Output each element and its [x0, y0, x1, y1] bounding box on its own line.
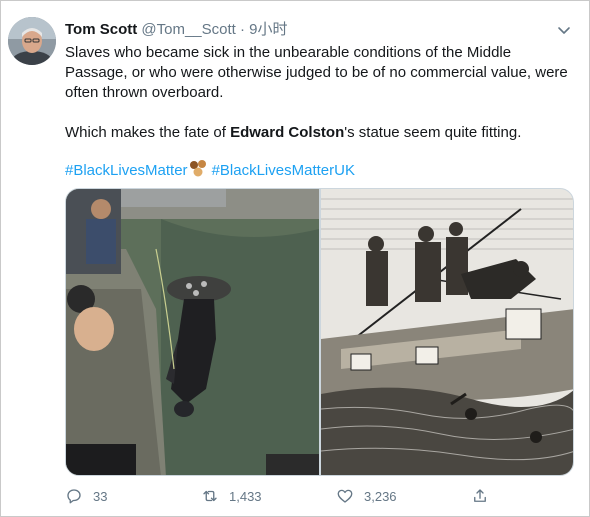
like-button[interactable]: 3,236 — [336, 485, 397, 507]
author-handle[interactable]: @Tom__Scott — [141, 21, 235, 38]
share-button[interactable] — [471, 485, 499, 507]
tweet-paragraph-1: Slaves who became sick in the unbearable… — [65, 44, 568, 101]
retweet-icon — [203, 490, 217, 502]
retweet-count: 1,433 — [229, 488, 262, 504]
avatar[interactable] — [8, 17, 56, 65]
avatar-photo — [8, 17, 56, 65]
more-options-button[interactable] — [555, 21, 573, 39]
bold-name: Edward Colston — [230, 124, 345, 141]
tweet-card[interactable]: Tom Scott @Tom__Scott · 9小时 Slaves who b… — [0, 0, 590, 517]
share-icon — [474, 489, 486, 502]
hashtag-row: #BlackLivesMatter #BlackLivesMatterUK — [65, 160, 355, 181]
retweet-button[interactable]: 1,433 — [201, 485, 262, 507]
hashtag-blacklivesmatter[interactable]: #BlackLivesMatter — [65, 162, 188, 179]
reply-count: 33 — [93, 488, 108, 504]
separator-dot: · — [240, 21, 245, 38]
paragraph-2-prefix: Which makes the fate of — [65, 124, 231, 141]
reply-button[interactable]: 33 — [65, 485, 107, 507]
tweet-header: Tom Scott @Tom__Scott · 9小时 — [65, 20, 569, 40]
media-grid[interactable] — [65, 188, 574, 476]
slave-ship-engraving[interactable] — [321, 189, 574, 476]
tweet-text: Slaves who became sick in the unbearable… — [65, 43, 575, 143]
tweet-paragraph-2: Which makes the fate of Edward Colston's… — [65, 123, 575, 143]
heart-icon — [337, 489, 353, 503]
raised-fists-emoji-icon — [189, 160, 206, 177]
paragraph-2-suffix: 's statue seem quite fitting. — [344, 124, 522, 141]
timestamp[interactable]: 9小时 — [249, 21, 287, 38]
statue-river-photo[interactable] — [66, 189, 319, 476]
reply-icon — [67, 489, 81, 504]
chevron-down-icon — [558, 27, 570, 34]
like-count: 3,236 — [364, 488, 397, 504]
hashtag-blacklivesmatteruk[interactable]: #BlackLivesMatterUK — [212, 162, 355, 179]
author-name[interactable]: Tom Scott — [65, 21, 137, 38]
tweet-actions: 33 1,433 3,236 — [65, 485, 565, 507]
